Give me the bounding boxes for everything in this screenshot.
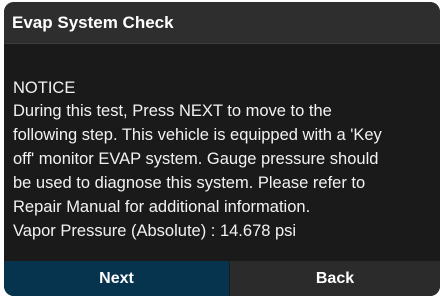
dialog-title-bar: Evap System Check — [4, 2, 440, 44]
message-line: off' monitor EVAP system. Gauge pressure… — [13, 150, 379, 168]
vapor-pressure-readout: Vapor Pressure (Absolute) : 14.678 psi — [13, 222, 297, 240]
button-bar: Next Back — [4, 261, 440, 296]
evap-dialog: Evap System Check NOTICE During this tes… — [4, 2, 440, 296]
message-line: be used to diagnose this system. Please … — [13, 174, 366, 192]
message-line: Repair Manual for additional information… — [13, 198, 311, 216]
dialog-message: NOTICE During this test, Press NEXT to m… — [4, 44, 440, 261]
dialog-title: Evap System Check — [12, 13, 174, 32]
next-button[interactable]: Next — [4, 261, 229, 296]
back-button[interactable]: Back — [229, 261, 440, 296]
message-line: following step. This vehicle is equipped… — [13, 126, 382, 144]
notice-heading: NOTICE — [13, 79, 76, 97]
message-line: During this test, Press NEXT to move to … — [13, 102, 332, 120]
